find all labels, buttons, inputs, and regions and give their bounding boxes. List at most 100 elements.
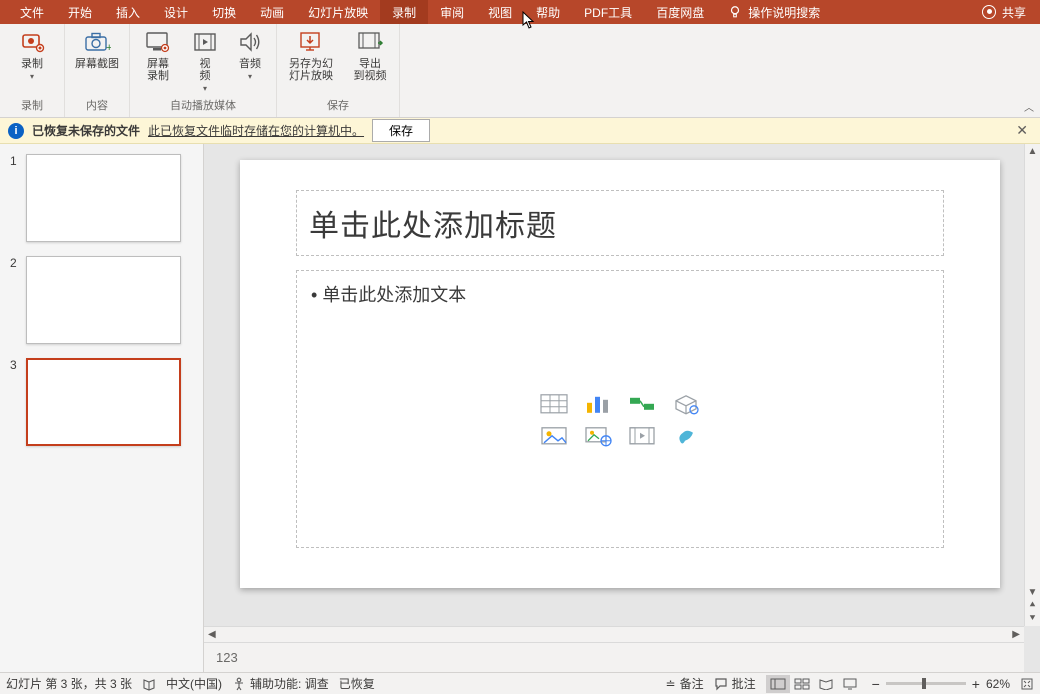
thumbnail-1[interactable]: 1 [10, 154, 193, 242]
comment-icon [714, 677, 728, 691]
tab-design[interactable]: 设计 [152, 0, 200, 24]
horizontal-scrollbar[interactable]: ◀ ▶ [204, 626, 1024, 642]
thumbnail-preview [26, 154, 181, 242]
tab-transition[interactable]: 切换 [200, 0, 248, 24]
fit-icon [1020, 677, 1034, 691]
tab-help[interactable]: 帮助 [524, 0, 572, 24]
collapse-ribbon-button[interactable]: ︿ [1024, 99, 1034, 114]
zoom-out-button[interactable]: − [872, 676, 880, 692]
slide-counter[interactable]: 幻灯片 第 3 张，共 3 张 [6, 675, 132, 692]
infobar-close-button[interactable]: ✕ [1012, 122, 1032, 139]
tab-animation[interactable]: 动画 [248, 0, 296, 24]
video-button[interactable]: 视 频 ▾ [190, 28, 220, 93]
insert-chart-icon[interactable] [583, 393, 613, 415]
screenshot-button[interactable]: + 屏幕截图 [73, 28, 121, 70]
group-save: 另存为幻 灯片放映 导出 到视频 保存 [277, 24, 400, 117]
comments-button[interactable]: 批注 [714, 675, 756, 692]
title-placeholder[interactable]: 单击此处添加标题 [296, 190, 944, 256]
ribbon-tabs: 文件 开始 插入 设计 切换 动画 幻灯片放映 录制 审阅 视图 帮助 PDF工… [0, 0, 1040, 24]
tab-pdf[interactable]: PDF工具 [572, 0, 644, 24]
spellcheck-button[interactable] [142, 677, 156, 691]
slide-edit-area: 单击此处添加标题 单击此处添加文本 [204, 144, 1040, 672]
video-icon [190, 28, 220, 56]
tab-record[interactable]: 录制 [380, 0, 428, 24]
insert-3d-icon[interactable] [671, 393, 701, 415]
group-record-label: 录制 [21, 97, 43, 115]
accessibility-icon [232, 677, 246, 691]
export-video-button[interactable]: 导出 到视频 [349, 28, 391, 82]
save-as-show-label: 另存为幻 灯片放映 [289, 58, 333, 82]
scroll-right-icon[interactable]: ▶ [1008, 629, 1024, 640]
accessibility-button[interactable]: 辅助功能: 调查 [232, 675, 329, 692]
slide-canvas[interactable]: 单击此处添加标题 单击此处添加文本 [240, 160, 1000, 588]
svg-text:+: + [106, 42, 111, 54]
infobar-desc: 此已恢复文件临时存储在您的计算机中。 [148, 122, 364, 139]
thumbnail-2[interactable]: 2 [10, 256, 193, 344]
video-label: 视 频 [200, 58, 211, 82]
infobar-save-button[interactable]: 保存 [372, 119, 430, 142]
vertical-scrollbar[interactable]: ▲ ▼ ⯅ ⯆ [1024, 144, 1040, 626]
main-area: 1 2 3 单击此处添加标题 单击此处添加文本 [0, 144, 1040, 672]
next-slide-icon[interactable]: ⯆ [1029, 613, 1037, 624]
thumbnail-preview [26, 256, 181, 344]
group-media-label: 自动播放媒体 [170, 97, 236, 115]
tab-slideshow[interactable]: 幻灯片放映 [296, 0, 380, 24]
audio-button[interactable]: 音频 ▾ [232, 28, 268, 81]
export-video-icon [355, 28, 385, 56]
record-label: 录制 [21, 58, 43, 70]
ribbon-body: 录制 ▾ 录制 + 屏幕截图 内容 屏幕 录制 [0, 24, 1040, 118]
thumbnail-panel[interactable]: 1 2 3 [0, 144, 204, 672]
record-button[interactable]: 录制 ▾ [8, 28, 56, 81]
tab-view[interactable]: 视图 [476, 0, 524, 24]
zoom-slider[interactable] [886, 682, 966, 685]
tab-home[interactable]: 开始 [56, 0, 104, 24]
fit-window-button[interactable] [1020, 677, 1034, 691]
recovered-file-infobar: i 已恢复未保存的文件 此已恢复文件临时存储在您的计算机中。 保存 ✕ [0, 118, 1040, 144]
tab-file[interactable]: 文件 [8, 0, 56, 24]
group-media: 屏幕 录制 视 频 ▾ 音频 ▾ 自动播放媒体 [130, 24, 277, 117]
group-save-label: 保存 [327, 97, 349, 115]
insert-online-picture-icon[interactable] [583, 425, 613, 447]
group-record: 录制 ▾ 录制 [0, 24, 65, 117]
dropdown-icon: ▾ [203, 84, 207, 93]
content-placeholder[interactable]: 单击此处添加文本 [296, 270, 944, 548]
scroll-left-icon[interactable]: ◀ [204, 629, 220, 640]
insert-picture-icon[interactable] [539, 425, 569, 447]
notes-button[interactable]: ≐ 备注 [666, 675, 704, 692]
camera-icon: + [82, 28, 112, 56]
person-icon [982, 5, 996, 19]
zoom-percent[interactable]: 62% [986, 677, 1010, 691]
scroll-up-icon[interactable]: ▲ [1028, 144, 1038, 159]
scroll-down-icon[interactable]: ▼ [1028, 585, 1038, 600]
insert-smartart-icon[interactable] [627, 393, 657, 415]
share-button[interactable]: 共享 [982, 0, 1040, 24]
zoom-control: − + 62% [872, 676, 1010, 692]
sorter-view-button[interactable] [790, 675, 814, 693]
infobar-title: 已恢复未保存的文件 [32, 122, 140, 139]
insert-video-icon[interactable] [627, 425, 657, 447]
zoom-in-button[interactable]: + [972, 676, 980, 692]
info-icon: i [8, 123, 24, 139]
reading-view-button[interactable] [814, 675, 838, 693]
screen-record-button[interactable]: 屏幕 录制 [138, 28, 178, 82]
notes-pane[interactable]: 123 [204, 642, 1024, 672]
thumbnail-3[interactable]: 3 [10, 358, 193, 446]
normal-view-button[interactable] [766, 675, 790, 693]
slideshow-view-button[interactable] [838, 675, 862, 693]
language-label[interactable]: 中文(中国) [166, 675, 222, 692]
tab-tellme[interactable]: 操作说明搜索 [716, 0, 832, 24]
tab-review[interactable]: 审阅 [428, 0, 476, 24]
dropdown-icon: ▾ [248, 72, 252, 81]
tab-insert[interactable]: 插入 [104, 0, 152, 24]
save-as-show-button[interactable]: 另存为幻 灯片放映 [285, 28, 337, 82]
save-as-show-icon [296, 28, 326, 56]
screenshot-label: 屏幕截图 [75, 58, 119, 70]
insert-table-icon[interactable] [539, 393, 569, 415]
lightbulb-icon [728, 5, 742, 19]
view-buttons [766, 675, 862, 693]
insert-icon-icon[interactable] [671, 425, 701, 447]
tab-baidu[interactable]: 百度网盘 [644, 0, 716, 24]
audio-icon [235, 28, 265, 56]
screen-record-label: 屏幕 录制 [147, 58, 169, 82]
prev-slide-icon[interactable]: ⯅ [1029, 600, 1037, 611]
